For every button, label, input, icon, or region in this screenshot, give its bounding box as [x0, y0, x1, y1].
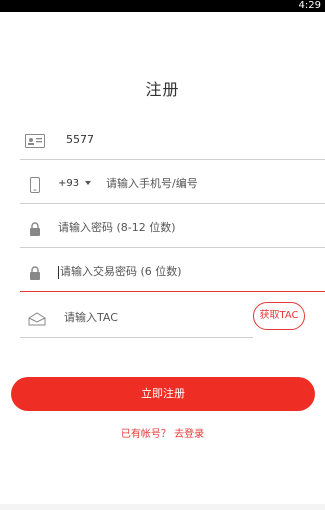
text-caret — [58, 265, 59, 279]
chevron-down-icon[interactable] — [85, 181, 91, 185]
lock-icon — [24, 264, 46, 282]
phone-input[interactable]: 请输入手机号/编号 — [106, 164, 198, 204]
tac-row[interactable]: 请输入TAC — [20, 298, 253, 338]
envelope-icon — [26, 310, 48, 328]
trade-password-input[interactable]: 请输入交易密码 (6 位数) — [58, 252, 182, 292]
register-button[interactable]: 立即注册 — [11, 377, 315, 411]
get-tac-button[interactable]: 获取TAC — [253, 302, 305, 330]
trade-password-row[interactable]: 请输入交易密码 (6 位数) — [20, 252, 325, 292]
bottom-bar — [0, 504, 325, 510]
country-code-select[interactable]: +93 — [58, 164, 79, 204]
account-row[interactable]: 5577 — [20, 120, 325, 160]
phone-row[interactable]: +93 请输入手机号/编号 — [20, 164, 325, 204]
go-login-link[interactable]: 已有帐号？ 去登录 — [0, 425, 325, 440]
tac-input[interactable]: 请输入TAC — [64, 298, 118, 338]
status-time: 4:29 — [298, 0, 321, 11]
page-title: 注册 — [145, 80, 180, 99]
status-bar: 4:29 — [0, 0, 325, 12]
password-row[interactable]: 请输入密码 (8-12 位数) — [20, 208, 325, 248]
id-card-icon — [24, 132, 46, 150]
account-field[interactable]: 5577 — [66, 120, 94, 160]
lock-icon — [24, 220, 46, 238]
password-input[interactable]: 请输入密码 (8-12 位数) — [58, 208, 176, 248]
phone-icon — [24, 176, 46, 194]
trade-password-placeholder: 请输入交易密码 (6 位数) — [60, 265, 182, 278]
